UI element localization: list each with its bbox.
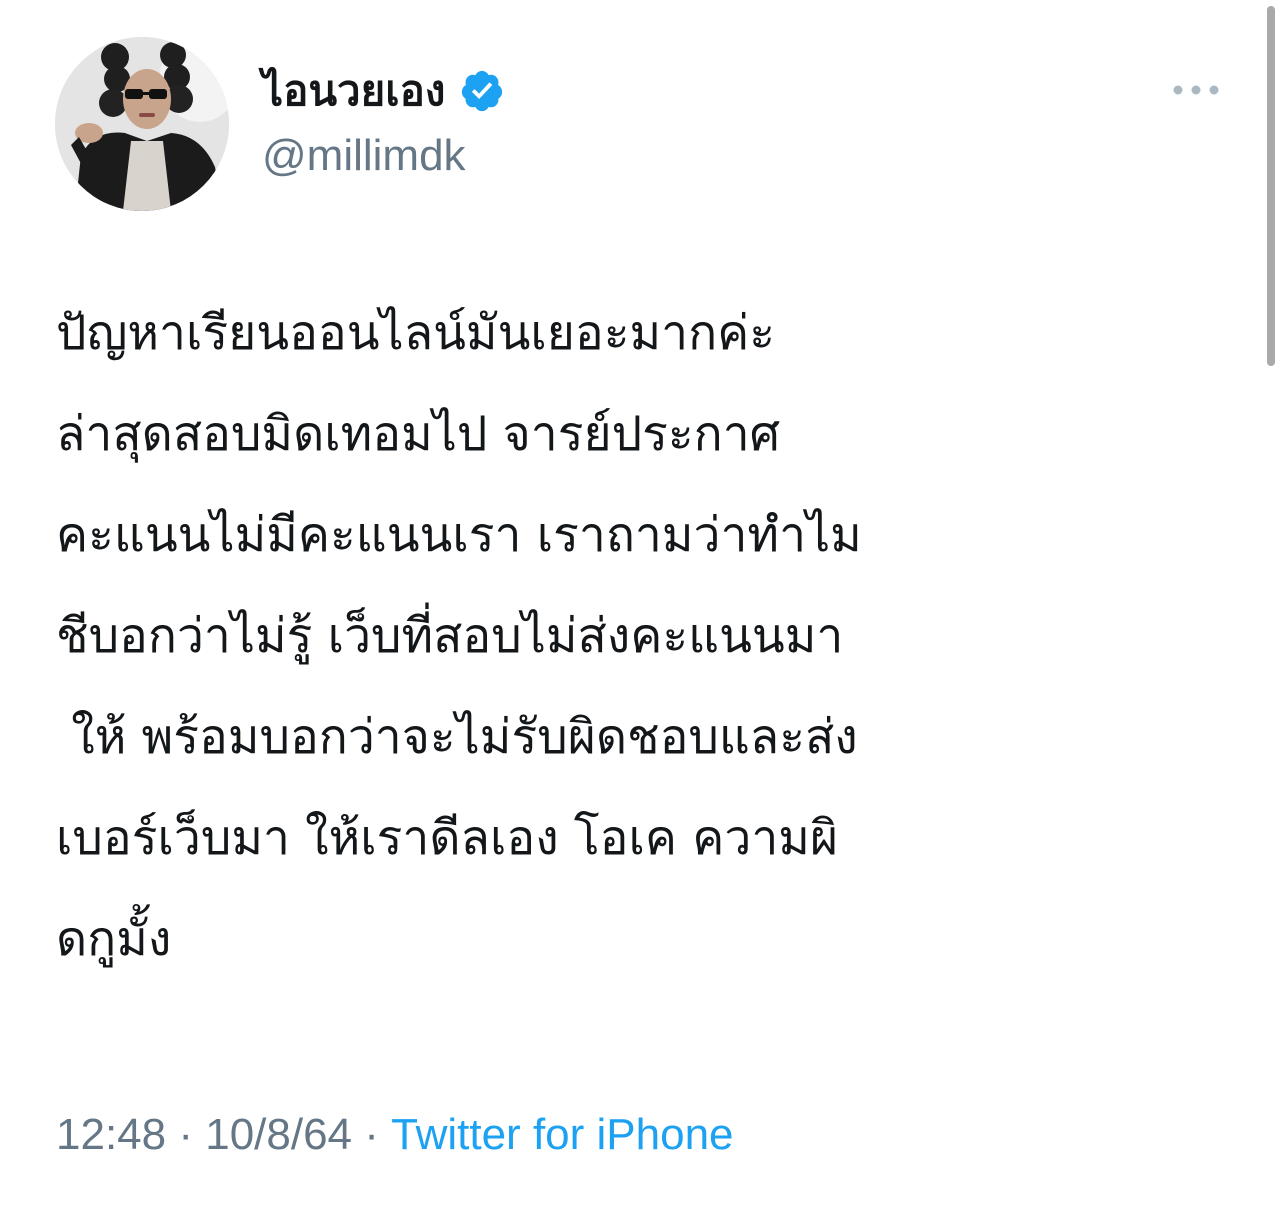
meta-separator: ·: [166, 1110, 206, 1159]
display-name[interactable]: ไอนวยเอง: [262, 58, 445, 124]
verified-badge-icon: [459, 68, 505, 114]
scrollbar[interactable]: [1260, 0, 1280, 1208]
tweet-time[interactable]: 12:48: [56, 1110, 166, 1160]
tweet-detail: ไอนวยเอง @millimdk ปัญหาเรียนออนไลน์มันเ…: [0, 0, 1280, 1208]
tweet-source-link[interactable]: Twitter for iPhone: [391, 1110, 733, 1160]
tweet-date[interactable]: 10/8/64: [205, 1110, 352, 1160]
tweet-text-line: ล่าสุดสอบมิดเทอมไป จารย์ประกาศ: [56, 406, 781, 462]
meta-separator: ·: [352, 1110, 392, 1159]
tweet-text-line: ปัญหาเรียนออนไลน์มันเยอะมากค่ะ: [56, 305, 776, 361]
scrollbar-thumb[interactable]: [1267, 6, 1275, 366]
tweet-metadata: 12:48 · 10/8/64 · Twitter for iPhone: [56, 1104, 734, 1166]
author-handle[interactable]: @millimdk: [262, 126, 466, 186]
tweet-text-line: เบอร์เว็บมา ให้เราดีลเอง โอเค ความผิ: [56, 810, 839, 866]
more-options-icon: [1173, 85, 1219, 95]
tweet-text: ปัญหาเรียนออนไลน์มันเยอะมากค่ะ ล่าสุดสอบ…: [56, 283, 1226, 990]
tweet-text-line: ให้ พร้อมบอกว่าจะไม่รับผิดชอบและส่ง: [56, 709, 858, 765]
tweet-text-line: คะแนนไม่มีคะแนนเรา เราถามว่าทำไม: [56, 507, 862, 563]
profile-photo-icon: [55, 37, 229, 211]
more-options-button[interactable]: [1164, 70, 1228, 110]
tweet-text-line: ชีบอกว่าไม่รู้ เว็บที่สอบไม่ส่งคะแนนมา: [56, 608, 844, 664]
author-name-row: ไอนวยเอง: [262, 58, 505, 124]
avatar[interactable]: [55, 37, 229, 211]
tweet-text-line: ดกูมั้ง: [56, 911, 172, 967]
